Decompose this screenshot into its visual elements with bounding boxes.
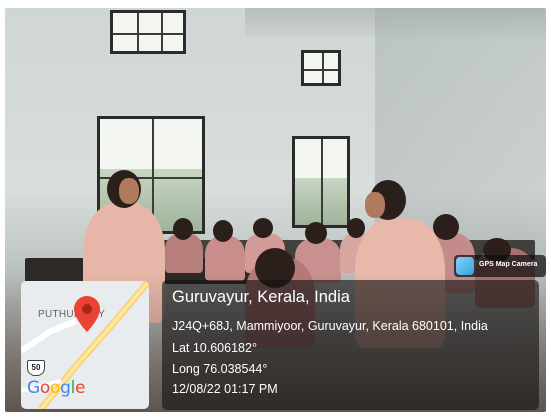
student-head [213, 220, 233, 242]
gps-app-badge: GPS Map Camera [454, 255, 546, 277]
student-standing-face [365, 192, 385, 218]
teacher-face [119, 178, 139, 204]
map-thumbnail[interactable]: PUTHUPALLY 50 Google [21, 281, 149, 409]
student-head [253, 218, 273, 238]
location-address: J24Q+68J, Mammiyoor, Guruvayur, Kerala 6… [172, 319, 488, 333]
location-pin-icon [74, 296, 100, 332]
upper-window-right [301, 50, 341, 86]
gps-map-camera-icon [456, 257, 474, 275]
student-head [305, 222, 327, 244]
upper-window-left [110, 10, 186, 54]
gps-app-name: GPS Map Camera [479, 261, 538, 268]
student-head [433, 214, 459, 240]
road-shield-icon: 50 [27, 360, 45, 376]
latitude-value: Lat 10.606182° [172, 341, 257, 355]
capture-datetime: 12/08/22 01:17 PM [172, 382, 278, 396]
location-title: Guruvayur, Kerala, India [172, 288, 350, 306]
google-logo: Google [27, 378, 86, 398]
window-right [292, 136, 350, 228]
student-head [347, 218, 365, 238]
location-stamp: Guruvayur, Kerala, India J24Q+68J, Mammi… [162, 280, 539, 410]
longitude-value: Long 76.038544° [172, 362, 268, 376]
student-head [173, 218, 193, 240]
